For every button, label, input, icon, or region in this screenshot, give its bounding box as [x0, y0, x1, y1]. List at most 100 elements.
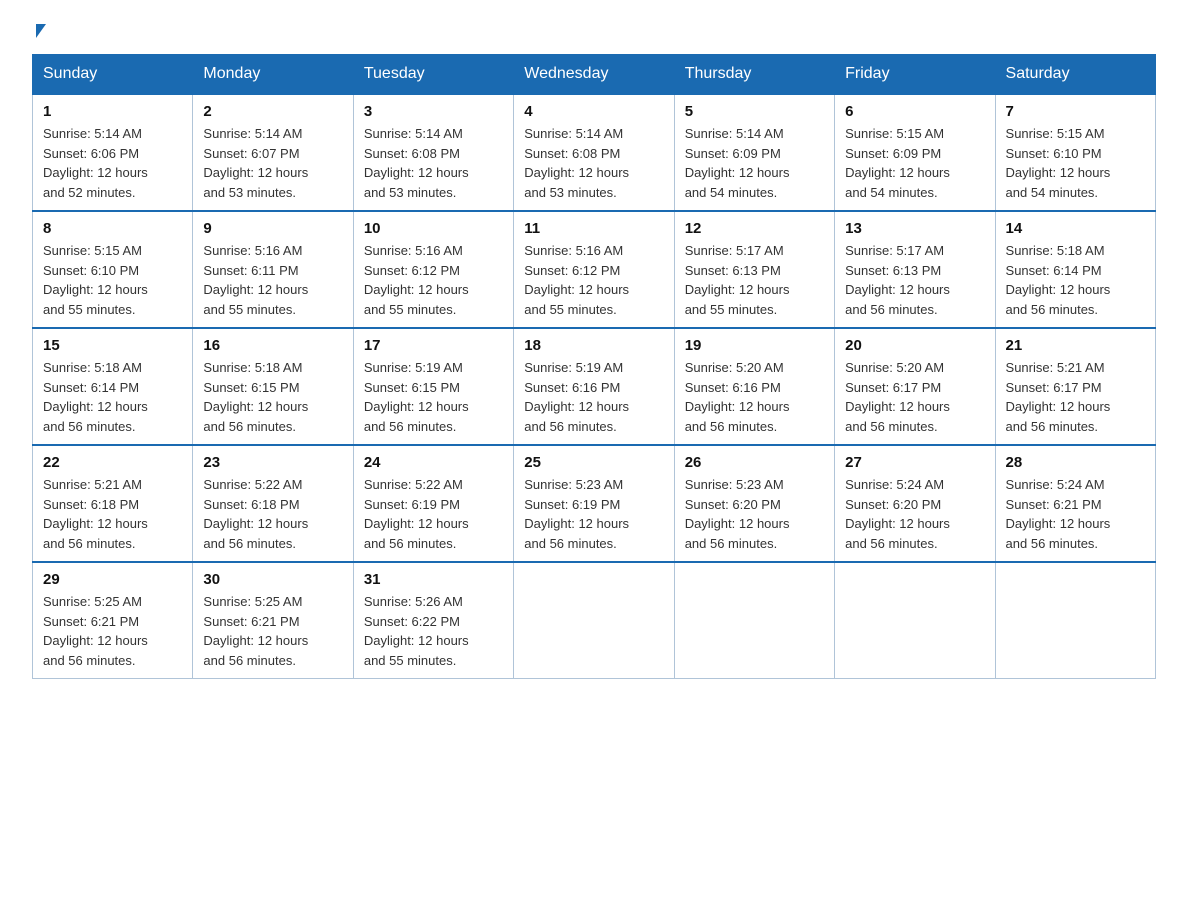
day-info: Sunrise: 5:24 AM Sunset: 6:20 PM Dayligh…: [845, 475, 984, 553]
page-header: [32, 24, 1156, 34]
day-info: Sunrise: 5:14 AM Sunset: 6:08 PM Dayligh…: [524, 124, 663, 202]
calendar-cell: 30 Sunrise: 5:25 AM Sunset: 6:21 PM Dayl…: [193, 562, 353, 679]
calendar-cell: 29 Sunrise: 5:25 AM Sunset: 6:21 PM Dayl…: [33, 562, 193, 679]
day-info: Sunrise: 5:18 AM Sunset: 6:14 PM Dayligh…: [1006, 241, 1145, 319]
calendar-week-row: 15 Sunrise: 5:18 AM Sunset: 6:14 PM Dayl…: [33, 328, 1156, 445]
day-number: 1: [43, 103, 182, 120]
calendar-cell: 1 Sunrise: 5:14 AM Sunset: 6:06 PM Dayli…: [33, 94, 193, 211]
calendar-cell: 26 Sunrise: 5:23 AM Sunset: 6:20 PM Dayl…: [674, 445, 834, 562]
calendar-header-tuesday: Tuesday: [353, 55, 513, 95]
day-number: 15: [43, 337, 182, 354]
day-number: 7: [1006, 103, 1145, 120]
calendar-cell: 4 Sunrise: 5:14 AM Sunset: 6:08 PM Dayli…: [514, 94, 674, 211]
day-info: Sunrise: 5:14 AM Sunset: 6:06 PM Dayligh…: [43, 124, 182, 202]
day-number: 17: [364, 337, 503, 354]
day-number: 25: [524, 454, 663, 471]
day-number: 22: [43, 454, 182, 471]
day-number: 18: [524, 337, 663, 354]
day-number: 24: [364, 454, 503, 471]
day-info: Sunrise: 5:23 AM Sunset: 6:20 PM Dayligh…: [685, 475, 824, 553]
calendar-cell: 16 Sunrise: 5:18 AM Sunset: 6:15 PM Dayl…: [193, 328, 353, 445]
day-info: Sunrise: 5:16 AM Sunset: 6:12 PM Dayligh…: [364, 241, 503, 319]
calendar-cell: 18 Sunrise: 5:19 AM Sunset: 6:16 PM Dayl…: [514, 328, 674, 445]
day-info: Sunrise: 5:20 AM Sunset: 6:17 PM Dayligh…: [845, 358, 984, 436]
day-info: Sunrise: 5:15 AM Sunset: 6:09 PM Dayligh…: [845, 124, 984, 202]
calendar-cell: 7 Sunrise: 5:15 AM Sunset: 6:10 PM Dayli…: [995, 94, 1155, 211]
calendar-cell: 11 Sunrise: 5:16 AM Sunset: 6:12 PM Dayl…: [514, 211, 674, 328]
calendar-cell: 14 Sunrise: 5:18 AM Sunset: 6:14 PM Dayl…: [995, 211, 1155, 328]
calendar-cell: [835, 562, 995, 679]
day-info: Sunrise: 5:16 AM Sunset: 6:12 PM Dayligh…: [524, 241, 663, 319]
day-info: Sunrise: 5:25 AM Sunset: 6:21 PM Dayligh…: [203, 592, 342, 670]
day-number: 10: [364, 220, 503, 237]
day-number: 14: [1006, 220, 1145, 237]
day-info: Sunrise: 5:16 AM Sunset: 6:11 PM Dayligh…: [203, 241, 342, 319]
calendar-cell: 9 Sunrise: 5:16 AM Sunset: 6:11 PM Dayli…: [193, 211, 353, 328]
calendar-week-row: 22 Sunrise: 5:21 AM Sunset: 6:18 PM Dayl…: [33, 445, 1156, 562]
calendar-cell: 15 Sunrise: 5:18 AM Sunset: 6:14 PM Dayl…: [33, 328, 193, 445]
day-info: Sunrise: 5:14 AM Sunset: 6:08 PM Dayligh…: [364, 124, 503, 202]
day-info: Sunrise: 5:17 AM Sunset: 6:13 PM Dayligh…: [845, 241, 984, 319]
day-info: Sunrise: 5:23 AM Sunset: 6:19 PM Dayligh…: [524, 475, 663, 553]
calendar-cell: 12 Sunrise: 5:17 AM Sunset: 6:13 PM Dayl…: [674, 211, 834, 328]
day-number: 13: [845, 220, 984, 237]
day-number: 5: [685, 103, 824, 120]
calendar-week-row: 8 Sunrise: 5:15 AM Sunset: 6:10 PM Dayli…: [33, 211, 1156, 328]
day-info: Sunrise: 5:21 AM Sunset: 6:18 PM Dayligh…: [43, 475, 182, 553]
logo: [32, 24, 46, 34]
calendar-cell: 20 Sunrise: 5:20 AM Sunset: 6:17 PM Dayl…: [835, 328, 995, 445]
day-number: 26: [685, 454, 824, 471]
day-info: Sunrise: 5:19 AM Sunset: 6:16 PM Dayligh…: [524, 358, 663, 436]
day-number: 21: [1006, 337, 1145, 354]
day-info: Sunrise: 5:18 AM Sunset: 6:14 PM Dayligh…: [43, 358, 182, 436]
day-number: 12: [685, 220, 824, 237]
day-number: 8: [43, 220, 182, 237]
calendar-cell: 3 Sunrise: 5:14 AM Sunset: 6:08 PM Dayli…: [353, 94, 513, 211]
calendar-cell: 17 Sunrise: 5:19 AM Sunset: 6:15 PM Dayl…: [353, 328, 513, 445]
calendar-cell: 6 Sunrise: 5:15 AM Sunset: 6:09 PM Dayli…: [835, 94, 995, 211]
calendar-header-friday: Friday: [835, 55, 995, 95]
calendar-week-row: 1 Sunrise: 5:14 AM Sunset: 6:06 PM Dayli…: [33, 94, 1156, 211]
day-number: 16: [203, 337, 342, 354]
calendar-week-row: 29 Sunrise: 5:25 AM Sunset: 6:21 PM Dayl…: [33, 562, 1156, 679]
calendar-cell: 24 Sunrise: 5:22 AM Sunset: 6:19 PM Dayl…: [353, 445, 513, 562]
day-number: 20: [845, 337, 984, 354]
day-info: Sunrise: 5:14 AM Sunset: 6:09 PM Dayligh…: [685, 124, 824, 202]
calendar-cell: 5 Sunrise: 5:14 AM Sunset: 6:09 PM Dayli…: [674, 94, 834, 211]
day-number: 3: [364, 103, 503, 120]
calendar-header-saturday: Saturday: [995, 55, 1155, 95]
logo-triangle-icon: [36, 24, 46, 38]
calendar-header-monday: Monday: [193, 55, 353, 95]
calendar-header-row: SundayMondayTuesdayWednesdayThursdayFrid…: [33, 55, 1156, 95]
calendar-cell: [514, 562, 674, 679]
calendar-cell: 21 Sunrise: 5:21 AM Sunset: 6:17 PM Dayl…: [995, 328, 1155, 445]
day-number: 6: [845, 103, 984, 120]
day-number: 30: [203, 571, 342, 588]
day-number: 28: [1006, 454, 1145, 471]
calendar-cell: 2 Sunrise: 5:14 AM Sunset: 6:07 PM Dayli…: [193, 94, 353, 211]
calendar-cell: 22 Sunrise: 5:21 AM Sunset: 6:18 PM Dayl…: [33, 445, 193, 562]
day-info: Sunrise: 5:22 AM Sunset: 6:18 PM Dayligh…: [203, 475, 342, 553]
day-info: Sunrise: 5:15 AM Sunset: 6:10 PM Dayligh…: [43, 241, 182, 319]
calendar-cell: 13 Sunrise: 5:17 AM Sunset: 6:13 PM Dayl…: [835, 211, 995, 328]
day-number: 29: [43, 571, 182, 588]
calendar-cell: [995, 562, 1155, 679]
day-info: Sunrise: 5:14 AM Sunset: 6:07 PM Dayligh…: [203, 124, 342, 202]
day-info: Sunrise: 5:15 AM Sunset: 6:10 PM Dayligh…: [1006, 124, 1145, 202]
calendar-table: SundayMondayTuesdayWednesdayThursdayFrid…: [32, 54, 1156, 679]
day-info: Sunrise: 5:20 AM Sunset: 6:16 PM Dayligh…: [685, 358, 824, 436]
day-number: 11: [524, 220, 663, 237]
day-info: Sunrise: 5:21 AM Sunset: 6:17 PM Dayligh…: [1006, 358, 1145, 436]
calendar-cell: 27 Sunrise: 5:24 AM Sunset: 6:20 PM Dayl…: [835, 445, 995, 562]
calendar-cell: [674, 562, 834, 679]
day-info: Sunrise: 5:18 AM Sunset: 6:15 PM Dayligh…: [203, 358, 342, 436]
calendar-header-sunday: Sunday: [33, 55, 193, 95]
day-number: 9: [203, 220, 342, 237]
day-info: Sunrise: 5:17 AM Sunset: 6:13 PM Dayligh…: [685, 241, 824, 319]
day-number: 2: [203, 103, 342, 120]
calendar-header-thursday: Thursday: [674, 55, 834, 95]
calendar-cell: 23 Sunrise: 5:22 AM Sunset: 6:18 PM Dayl…: [193, 445, 353, 562]
calendar-cell: 10 Sunrise: 5:16 AM Sunset: 6:12 PM Dayl…: [353, 211, 513, 328]
day-number: 4: [524, 103, 663, 120]
calendar-cell: 19 Sunrise: 5:20 AM Sunset: 6:16 PM Dayl…: [674, 328, 834, 445]
